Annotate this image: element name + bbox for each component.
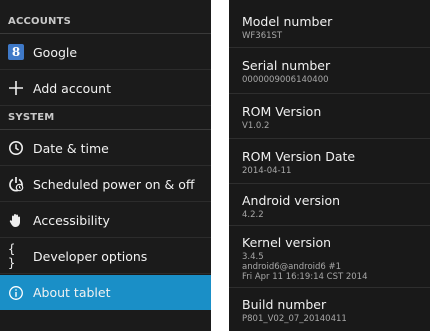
menu-item-label: Accessibility <box>33 212 110 228</box>
info-row-serial-number[interactable]: Serial number 0000009006140400 <box>229 48 430 94</box>
menu-item-developer-options[interactable]: { } Developer options <box>0 239 211 274</box>
info-title: Model number <box>242 14 333 29</box>
section-header-system: SYSTEM <box>0 111 211 130</box>
info-row-model-number[interactable]: Model number WF361ST <box>229 14 430 48</box>
info-value: WF361ST <box>242 31 283 41</box>
section-header-accounts: ACCOUNTS <box>0 15 211 34</box>
menu-item-label: Developer options <box>33 248 148 264</box>
info-value: Fri Apr 11 16:19:14 CST 2014 <box>242 272 368 282</box>
info-value: 3.4.5 <box>242 252 264 262</box>
info-title: Kernel version <box>242 235 332 250</box>
menu-item-label: About tablet <box>33 285 111 300</box>
hand-icon <box>8 212 24 228</box>
power-clock-icon <box>8 176 24 192</box>
info-title: ROM Version Date <box>242 149 356 164</box>
menu-item-date-time[interactable]: Date & time <box>0 131 211 166</box>
info-row-rom-version[interactable]: ROM Version V1.0.2 <box>229 94 430 139</box>
info-row-rom-version-date[interactable]: ROM Version Date 2014-04-11 <box>229 139 430 184</box>
info-row-kernel-version[interactable]: Kernel version 3.4.5 android6@android6 #… <box>229 226 430 288</box>
info-value: 0000009006140400 <box>242 75 329 85</box>
info-title: Serial number <box>242 58 331 73</box>
info-icon <box>8 285 24 301</box>
menu-item-about-tablet[interactable]: About tablet <box>0 275 211 310</box>
info-value: V1.0.2 <box>242 121 270 131</box>
menu-item-add-account[interactable]: Add account <box>0 71 211 106</box>
menu-item-label: Add account <box>33 80 111 96</box>
menu-item-label: Google <box>33 44 78 60</box>
clock-icon <box>8 140 24 156</box>
braces-icon: { } <box>8 242 16 270</box>
about-tablet-panel: Model number WF361ST Serial number 00000… <box>229 0 430 331</box>
google-icon: 8 <box>8 44 24 60</box>
menu-item-google[interactable]: 8 Google <box>0 35 211 70</box>
info-row-android-version[interactable]: Android version 4.2.2 <box>229 184 430 226</box>
info-title: Build number <box>242 297 327 312</box>
settings-menu-panel: ACCOUNTS 8 Google Add account SYSTEM Dat… <box>0 0 211 331</box>
info-value: 4.2.2 <box>242 210 264 220</box>
menu-item-label: Scheduled power on & off <box>33 176 195 192</box>
info-title: Android version <box>242 193 341 208</box>
info-row-build-number[interactable]: Build number P801_V02_07_20140411 <box>229 288 430 331</box>
menu-item-accessibility[interactable]: Accessibility <box>0 203 211 238</box>
menu-item-label: Date & time <box>33 140 109 156</box>
info-title: ROM Version <box>242 104 322 119</box>
menu-item-scheduled-power[interactable]: Scheduled power on & off <box>0 167 211 202</box>
screenshot-divider <box>211 0 229 331</box>
plus-icon <box>8 80 24 96</box>
info-value: android6@android6 #1 <box>242 262 342 272</box>
info-value: 2014-04-11 <box>242 166 292 176</box>
info-value: P801_V02_07_20140411 <box>242 314 347 324</box>
